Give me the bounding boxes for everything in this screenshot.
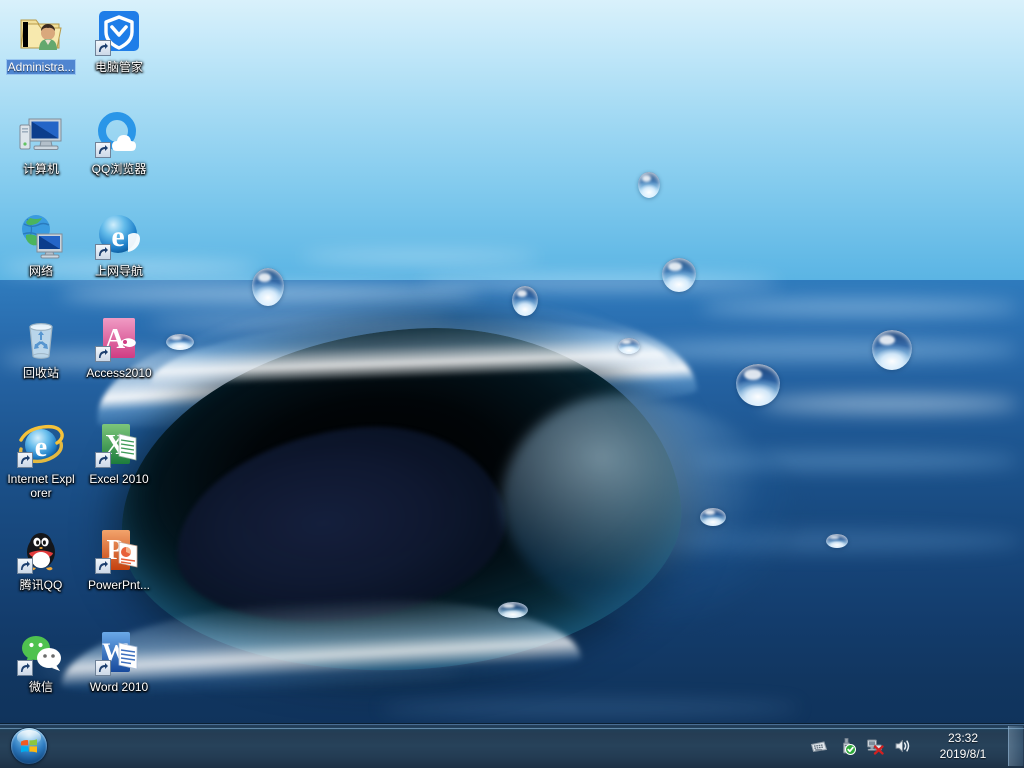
desktop-icon-label: Word 2010 <box>89 680 149 694</box>
desktop-icon-label: 微信 <box>28 680 54 694</box>
desktop-icon-wechat[interactable]: 微信 <box>3 628 79 696</box>
desktop-icon-label: Access2010 <box>85 366 152 380</box>
desktop-icon-label: PowerPnt... <box>87 578 151 592</box>
pc-manager-shield-icon <box>95 8 143 56</box>
shortcut-arrow-icon <box>17 558 33 574</box>
desktop-icon-tencent-qq[interactable]: 腾讯QQ <box>3 526 79 594</box>
desktop-icon-label: QQ浏览器 <box>91 162 148 176</box>
shortcut-arrow-icon <box>95 40 111 56</box>
volume-speaker-icon[interactable] <box>894 737 912 755</box>
shortcut-arrow-icon <box>95 660 111 676</box>
desktop-icon-label: 计算机 <box>22 162 60 176</box>
taskbar-clock[interactable]: 23:32 2019/8/1 <box>922 730 1006 762</box>
recycle-bin-icon <box>17 314 65 362</box>
desktop-icon-excel2010[interactable]: X Excel 2010 <box>81 420 157 488</box>
shortcut-arrow-icon <box>17 660 33 676</box>
start-orb-button[interactable] <box>2 726 56 766</box>
desktop-icon-internet-explorer[interactable]: e Internet Explorer <box>3 420 79 502</box>
desktop-icon-recycle-bin[interactable]: 回收站 <box>3 314 79 382</box>
clock-time: 23:32 <box>922 730 1004 746</box>
desktop-icon-label: 网络 <box>28 264 54 278</box>
desktop-icon-label: 电脑管家 <box>94 60 144 74</box>
shortcut-arrow-icon <box>95 142 111 158</box>
clock-date: 2019/8/1 <box>922 746 1004 762</box>
taskbar-task-buttons[interactable] <box>56 724 804 768</box>
web-navigation-e-icon: e <box>95 212 143 260</box>
desktop-icon-network[interactable]: 网络 <box>3 212 79 280</box>
network-globe-icon <box>17 212 65 260</box>
taskbar[interactable]: 23:32 2019/8/1 <box>0 723 1024 768</box>
desktop-icon-label: Internet Explorer <box>3 472 79 500</box>
svg-text:e: e <box>111 220 124 253</box>
desktop-icon-computer[interactable]: 计算机 <box>3 110 79 178</box>
shortcut-arrow-icon <box>95 346 111 362</box>
input-method-keyboard-icon[interactable] <box>810 737 828 755</box>
word-icon: W <box>95 628 143 676</box>
desktop-icon-powerpoint[interactable]: P PowerPnt... <box>81 526 157 594</box>
shortcut-arrow-icon <box>95 244 111 260</box>
tencent-qq-penguin-icon <box>17 526 65 574</box>
windows-logo-icon <box>11 728 47 764</box>
shortcut-arrow-icon <box>95 452 111 468</box>
desktop-icon-pc-manager[interactable]: 电脑管家 <box>81 8 157 76</box>
computer-icon <box>17 110 65 158</box>
shortcut-arrow-icon <box>17 452 33 468</box>
access-icon: A <box>95 314 143 362</box>
desktop-icon-label: Excel 2010 <box>88 472 149 486</box>
internet-explorer-icon: e <box>17 420 65 468</box>
desktop-icon-administrator[interactable]: Administra... <box>3 8 79 76</box>
show-desktop-button[interactable] <box>1008 726 1024 766</box>
powerpoint-icon: P <box>95 526 143 574</box>
desktop-icon-label: 上网导航 <box>94 264 144 278</box>
wechat-icon <box>17 628 65 676</box>
user-folder-icon <box>17 8 65 56</box>
desktop-icon-word2010[interactable]: W Word 2010 <box>81 628 157 696</box>
system-tray[interactable]: 23:32 2019/8/1 <box>804 724 1024 768</box>
qq-browser-icon <box>95 110 143 158</box>
desktop-icon-qq-browser[interactable]: QQ浏览器 <box>81 110 157 178</box>
desktop-icon-web-navigation[interactable]: e 上网导航 <box>81 212 157 280</box>
safely-remove-usb-icon[interactable] <box>838 737 856 755</box>
desktop[interactable]: Administra... 电脑管家 <box>0 0 1024 768</box>
excel-icon: X <box>95 420 143 468</box>
network-disconnected-icon[interactable] <box>866 737 884 755</box>
desktop-icon-label: 回收站 <box>22 366 60 380</box>
desktop-icon-label: 腾讯QQ <box>19 578 64 592</box>
desktop-icon-grid[interactable]: Administra... 电脑管家 <box>0 0 1024 716</box>
desktop-icon-label: Administra... <box>7 60 76 74</box>
svg-text:e: e <box>35 432 47 463</box>
shortcut-arrow-icon <box>95 558 111 574</box>
tray-icon-list[interactable] <box>804 737 922 755</box>
desktop-icon-access2010[interactable]: A Access2010 <box>81 314 157 382</box>
